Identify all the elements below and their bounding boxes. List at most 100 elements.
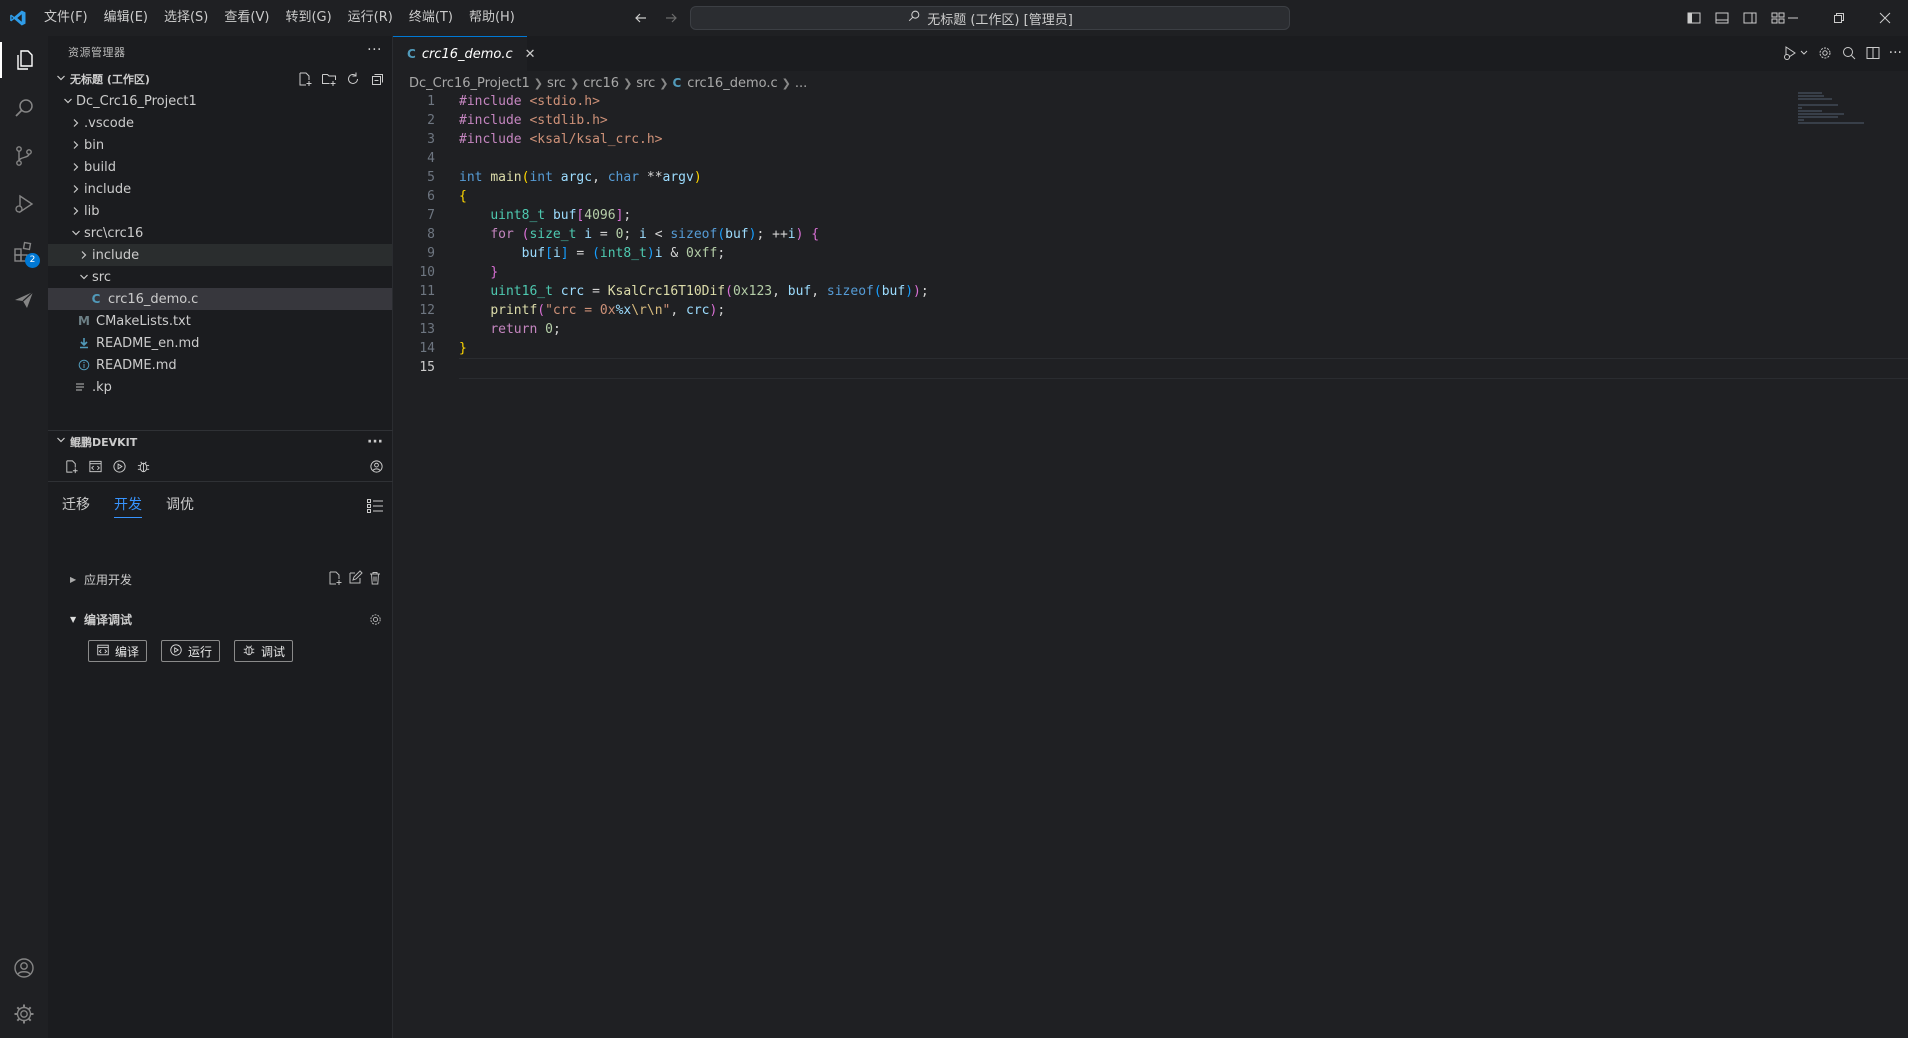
settings-gear-icon[interactable] <box>0 990 48 1038</box>
close-tab-icon[interactable]: ✕ <box>525 47 536 62</box>
code-line[interactable]: 3 #include <ksal/ksal_crc.h> <box>393 130 1793 149</box>
tree-file-crc16-demo[interactable]: C crc16_demo.c <box>48 288 392 310</box>
tree-file-readme[interactable]: README.md <box>48 354 392 376</box>
toggle-panel-icon[interactable] <box>1711 7 1733 29</box>
run-debug-icon[interactable] <box>0 180 48 228</box>
devkit-account-icon[interactable] <box>367 458 385 476</box>
code-line[interactable]: 13 return 0; <box>393 320 1793 339</box>
toggle-secondary-sidebar-icon[interactable] <box>1739 7 1761 29</box>
menu-go[interactable]: 转到(G) <box>277 5 339 31</box>
tree-folder-build[interactable]: build <box>48 156 392 178</box>
more-actions-icon[interactable]: ··· <box>367 434 383 450</box>
back-arrow-icon[interactable] <box>630 7 652 29</box>
menu-help[interactable]: 帮助(H) <box>461 5 523 31</box>
editor-search-icon[interactable] <box>1841 42 1857 64</box>
breadcrumb-item[interactable]: crc16_demo.c <box>687 76 777 91</box>
search-icon[interactable] <box>0 84 48 132</box>
code-line[interactable]: 1 #include <stdio.h> <box>393 92 1793 111</box>
edit-app-icon[interactable] <box>347 569 363 589</box>
code-line[interactable]: 14} <box>393 339 1793 358</box>
editor-tab-crc16-demo[interactable]: C crc16_demo.c ✕ <box>393 36 536 71</box>
devkit-compile-icon[interactable] <box>86 458 104 476</box>
tree-label: Dc_Crc16_Project1 <box>76 93 197 109</box>
kunpeng-devkit-icon[interactable] <box>0 276 48 324</box>
command-center-search[interactable]: 无标题 (工作区) [管理员] <box>690 6 1290 30</box>
breadcrumb-item[interactable]: src <box>547 76 566 91</box>
chevron-right-icon: ❯ <box>569 76 580 90</box>
menu-edit[interactable]: 编辑(E) <box>96 5 156 31</box>
devkit-build-debug-row[interactable]: ▼ 编译调试 <box>48 608 393 630</box>
minimap[interactable] <box>1798 92 1868 132</box>
code-line[interactable]: 10 } <box>393 263 1793 282</box>
tree-folder-vscode[interactable]: .vscode <box>48 112 392 134</box>
code-editor[interactable]: 1 #include <stdio.h> 2 #include <stdlib.h>… <box>393 92 1908 379</box>
tab-development[interactable]: 开发 <box>114 492 142 518</box>
menu-file[interactable]: 文件(F) <box>36 5 96 31</box>
code-line[interactable]: 8 for (size_t i = 0; i < sizeof(buf); ++… <box>393 225 1793 244</box>
breadcrumb-item[interactable]: Dc_Crc16_Project1 <box>409 76 530 91</box>
breadcrumb-item[interactable]: crc16 <box>583 76 619 91</box>
new-folder-icon[interactable] <box>320 70 338 88</box>
close-window-icon[interactable] <box>1862 0 1908 36</box>
tree-folder-project[interactable]: Dc_Crc16_Project1 <box>48 90 392 112</box>
tree-folder-lib[interactable]: lib <box>48 200 392 222</box>
source-control-icon[interactable] <box>0 132 48 180</box>
tree-folder-crc16-src[interactable]: src <box>48 266 392 288</box>
account-icon[interactable] <box>0 944 48 992</box>
breadcrumb-item[interactable]: src <box>636 76 655 91</box>
triangle-down-icon: ▼ <box>70 614 77 624</box>
more-actions-icon[interactable]: ··· <box>367 42 382 58</box>
tree-folder-bin[interactable]: bin <box>48 134 392 156</box>
devkit-debug-icon[interactable] <box>134 458 152 476</box>
code-line[interactable]: 9 buf[i] = (int8_t)i & 0xff; <box>393 244 1793 263</box>
tree-folder-crc16-include[interactable]: include <box>48 244 392 266</box>
tree-folder-src-crc16[interactable]: src\crc16 <box>48 222 392 244</box>
line-number: 7 <box>427 208 435 223</box>
run-button[interactable]: 运行 <box>161 640 221 662</box>
menu-terminal[interactable]: 终端(T) <box>401 5 461 31</box>
new-file-icon[interactable] <box>296 70 314 88</box>
code-line[interactable]: 12 printf("crc = 0x%x\r\n", crc); <box>393 301 1793 320</box>
extensions-icon[interactable]: 2 <box>0 228 48 276</box>
code-line-current[interactable]: 15 <box>393 358 1908 379</box>
breadcrumb-item[interactable]: ... <box>795 76 807 91</box>
code-line[interactable]: 4 <box>393 149 1793 168</box>
toggle-primary-sidebar-icon[interactable] <box>1683 7 1705 29</box>
collapse-all-icon[interactable] <box>368 70 386 88</box>
forward-arrow-icon[interactable] <box>660 7 682 29</box>
minimize-icon[interactable] <box>1770 0 1816 36</box>
new-app-icon[interactable] <box>327 570 343 589</box>
run-code-icon[interactable] <box>1783 42 1809 64</box>
code-line[interactable]: 5 int main(int argc, char **argv) <box>393 168 1793 187</box>
devkit-app-dev-row[interactable]: ▶ 应用开发 <box>48 568 393 590</box>
explorer-icon[interactable] <box>0 36 48 84</box>
code-line[interactable]: 2 #include <stdlib.h> <box>393 111 1793 130</box>
tab-tuning[interactable]: 调优 <box>166 492 194 518</box>
devkit-build-settings-icon[interactable] <box>368 612 383 627</box>
split-editor-icon[interactable] <box>1865 42 1881 64</box>
workspace-section[interactable]: 无标题 (工作区) <box>48 68 392 90</box>
debug-button[interactable]: 调试 <box>234 640 294 662</box>
menu-selection[interactable]: 选择(S) <box>156 5 216 31</box>
devkit-section[interactable]: 鲲鹏DEVKIT ··· <box>48 430 393 452</box>
tree-file-readme-en[interactable]: README_en.md <box>48 332 392 354</box>
code-line[interactable]: 11 uint16_t crc = KsalCrc16T10Dif(0x123,… <box>393 282 1793 301</box>
code-line[interactable]: 6{ <box>393 187 1793 206</box>
devkit-new-project-icon[interactable] <box>62 458 80 476</box>
restore-icon[interactable] <box>1816 0 1862 36</box>
devkit-run-icon[interactable] <box>110 458 128 476</box>
tree-file-cmakelists[interactable]: M CMakeLists.txt <box>48 310 392 332</box>
compile-button[interactable]: 编译 <box>88 640 148 662</box>
list-view-icon[interactable] <box>366 498 384 518</box>
more-actions-icon[interactable]: ··· <box>1889 42 1902 64</box>
tree-folder-include[interactable]: include <box>48 178 392 200</box>
chevron-down-icon <box>68 228 84 238</box>
tab-migration[interactable]: 迁移 <box>62 492 90 518</box>
code-line[interactable]: 7 uint8_t buf[4096]; <box>393 206 1793 225</box>
tree-file-kp[interactable]: .kp <box>48 376 392 398</box>
refresh-icon[interactable] <box>344 70 362 88</box>
menu-view[interactable]: 查看(V) <box>216 5 277 31</box>
editor-settings-icon[interactable] <box>1817 42 1833 64</box>
menu-run[interactable]: 运行(R) <box>340 5 401 31</box>
delete-app-icon[interactable] <box>367 570 383 589</box>
